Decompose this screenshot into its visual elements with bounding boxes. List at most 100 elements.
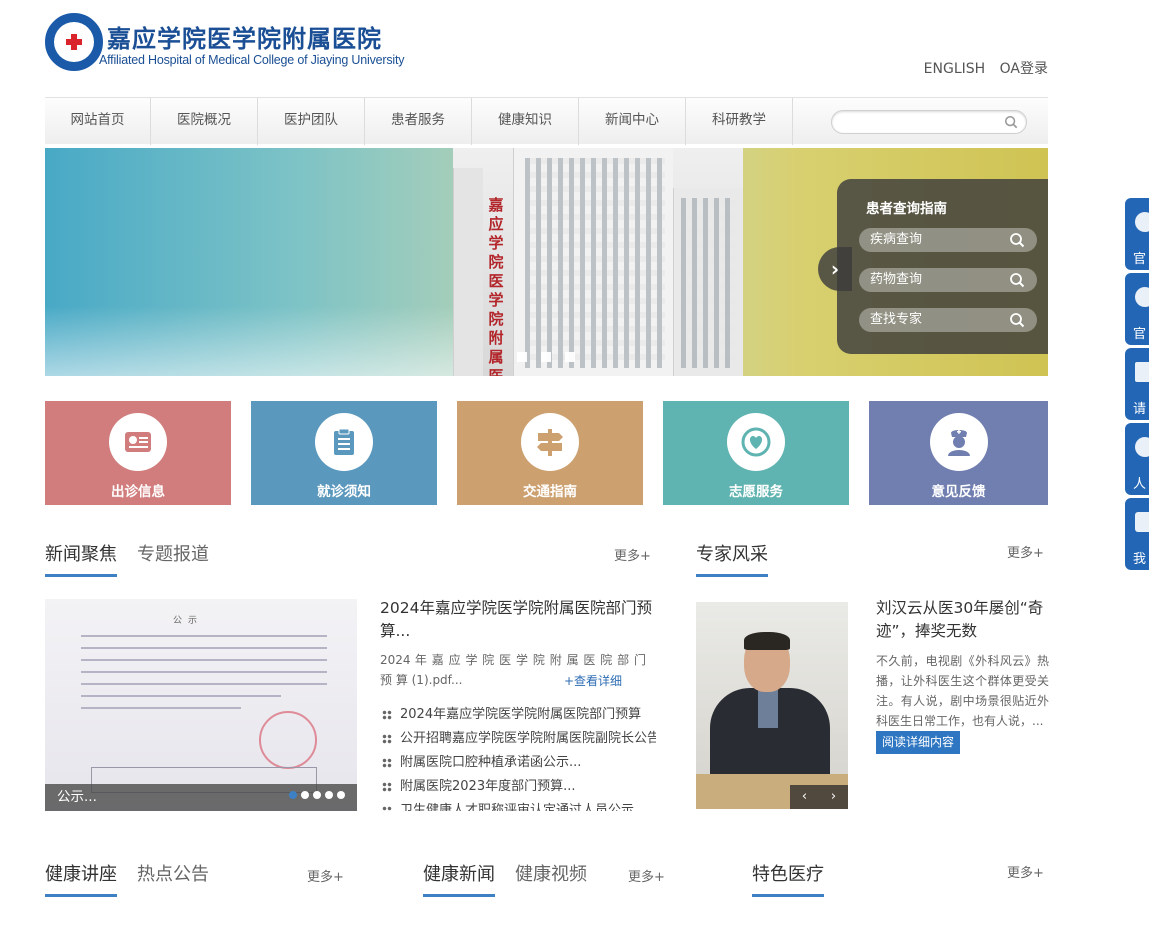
nav-item-research[interactable]: 科研教学 [686,98,793,145]
tile-traffic-guide[interactable]: 交通指南 [457,401,643,505]
nav-item-patient-service[interactable]: 患者服务 [365,98,472,145]
featured-more-link[interactable]: 更多+ [1007,862,1044,881]
tile-label: 出诊信息 [111,484,165,500]
phone-icon [1135,512,1149,532]
news-more-link[interactable]: 更多+ [614,545,651,564]
hero-banner: 嘉应学院医学院附属医院 › 患者查询指南 疾病查询 药物查询 查找专家 [45,148,1048,376]
tab-health-lecture[interactable]: 健康讲座 [45,860,117,897]
search-icon [1010,273,1025,288]
tab-featured-medical[interactable]: 特色医疗 [752,860,824,897]
english-link[interactable]: ENGLISH [924,61,986,77]
view-detail-link[interactable]: +查看详细 [564,672,622,689]
news-headline[interactable]: 2024年嘉应学院医学院附属医院部门预算... [380,597,660,643]
float-label: 我 [1133,552,1147,567]
banner-pagination [517,347,589,366]
disease-query-button[interactable]: 疾病查询 [859,228,1037,252]
nav-item-home[interactable]: 网站首页 [45,98,151,145]
nav-item-news-center[interactable]: 新闻中心 [579,98,686,145]
banner-skyline [45,306,465,376]
official-seal-icon [259,711,317,769]
tab-expert-showcase[interactable]: 专家风采 [696,540,768,577]
signpost-icon [537,429,563,456]
carousel-dot[interactable] [301,791,309,799]
oa-login-link[interactable]: OA登录 [1000,61,1048,77]
next-arrow-icon[interactable]: › [819,785,848,809]
volunteer-icon [741,427,771,457]
banner-dot[interactable] [541,352,551,362]
carousel-dot[interactable] [337,791,345,799]
nav-item-about[interactable]: 医院概况 [151,98,258,145]
search-icon[interactable] [1004,115,1018,129]
guide-title: 患者查询指南 [866,201,947,217]
carousel-dot[interactable] [325,791,333,799]
guide-toggle-arrow-icon[interactable]: › [818,247,852,291]
float-mail[interactable]: 请 [1125,348,1149,420]
list-item[interactable]: 卫生健康人才职称评审认定通过人员公示 [380,799,656,811]
tab-news-focus[interactable]: 新闻聚焦 [45,540,117,577]
search-icon [1010,313,1025,328]
top-links: ENGLISH OA登录 [914,58,1048,78]
float-label: 请 [1133,402,1147,417]
tile-feedback[interactable]: 意见反馈 [869,401,1048,505]
main-nav: 网站首页 医院概况 医护团队 患者服务 健康知识 新闻中心 科研教学 [45,97,1048,145]
carousel-dot[interactable] [313,791,321,799]
list-item[interactable]: 公开招聘嘉应学院医学院附属医院副院长公告 [380,727,656,751]
news-list: 2024年嘉应学院医学院附属医院部门预算 公开招聘嘉应学院医学院附属医院副院长公… [380,703,656,811]
search-icon [1010,233,1025,248]
tile-volunteer-service[interactable]: 志愿服务 [663,401,849,505]
read-more-button[interactable]: 阅读详细内容 [876,731,961,754]
expert-summary: 不久前，电视剧《外科风云》热播，让外科医生这个群体更受关注。有人说，剧中场景很贴… [876,654,1049,728]
hospital-name-en: Affiliated Hospital of Medical College o… [99,53,405,67]
drug-query-label: 药物查询 [870,272,923,287]
banner-dot[interactable] [517,352,527,362]
expert-more-link[interactable]: 更多+ [1007,542,1044,561]
hospital-logo[interactable]: 嘉应学院医学院附属医院 Affiliated Hospital of Medic… [45,13,405,73]
expert-headline[interactable]: 刘汉云从医30年屡创“奇迹”，捧奖无数 [876,597,1051,643]
patient-guide-panel: › 患者查询指南 疾病查询 药物查询 查找专家 [818,179,1048,354]
tab-health-video[interactable]: 健康视频 [515,860,587,886]
tile-label: 意见反馈 [931,484,986,500]
float-label: 官 [1133,327,1147,342]
banner-dot[interactable] [565,352,575,362]
lecture-more-link[interactable]: 更多+ [307,866,344,885]
hospital-name-cn: 嘉应学院医学院附属医院 [107,24,382,53]
building-sign: 嘉应学院医学院附属医院 [488,196,504,376]
search-input[interactable] [842,113,992,131]
drug-query-button[interactable]: 药物查询 [859,268,1037,292]
carousel-pagination [285,784,345,803]
health-news-more-link[interactable]: 更多+ [628,866,665,885]
find-expert-button[interactable]: 查找专家 [859,308,1037,332]
float-person[interactable]: 人 [1125,423,1149,495]
tile-clinic-schedule[interactable]: 出诊信息 [45,401,231,505]
hospital-emblem-icon [45,13,103,71]
nav-item-team[interactable]: 医护团队 [258,98,365,145]
tile-label: 志愿服务 [729,484,783,500]
nav-item-health-knowledge[interactable]: 健康知识 [472,98,579,145]
clipboard-icon [334,428,354,455]
tile-visit-notice[interactable]: 就诊须知 [251,401,437,505]
person-icon [1135,437,1149,457]
float-label: 人 [1133,477,1147,492]
disease-query-label: 疾病查询 [870,232,923,247]
mail-icon [1135,362,1149,382]
tab-special-report[interactable]: 专题报道 [137,540,209,566]
tab-health-news[interactable]: 健康新闻 [423,860,495,897]
news-carousel[interactable]: 公示 公示... [45,599,357,811]
schedule-icon [125,432,151,452]
float-phone[interactable]: 我 [1125,498,1149,570]
expert-photo[interactable]: ‹ › [696,602,848,809]
carousel-dot[interactable] [289,791,297,799]
float-label: 官 [1133,252,1147,267]
list-item[interactable]: 附属医院口腔种植承诺函公示... [380,751,656,775]
tab-hot-notice[interactable]: 热点公告 [137,860,209,886]
float-wechat[interactable]: 官 [1125,273,1149,345]
site-search [831,110,1027,134]
list-item[interactable]: 附属医院2023年度部门预算... [380,775,656,799]
list-item[interactable]: 2024年嘉应学院医学院附属医院部门预算 [380,703,656,727]
tile-label: 就诊须知 [317,484,371,500]
expert-carousel-controls: ‹ › [790,785,848,809]
weibo-icon [1135,212,1149,232]
float-weibo[interactable]: 官 [1125,198,1149,270]
notice-document-title: 公示 [173,616,204,626]
prev-arrow-icon[interactable]: ‹ [790,785,819,809]
